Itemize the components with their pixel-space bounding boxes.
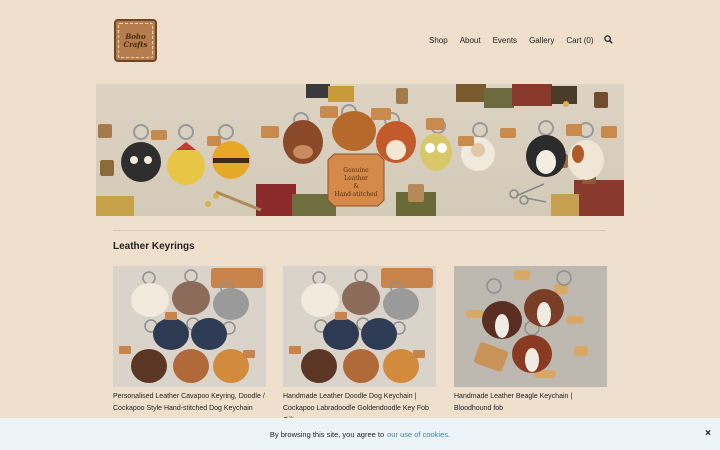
close-icon[interactable]: × xyxy=(705,428,711,439)
product-image[interactable] xyxy=(113,266,266,387)
banner-tag-line3: & xyxy=(353,183,359,190)
nav-shop[interactable]: Shop xyxy=(429,36,448,45)
logo-badge: Boho Crafts xyxy=(118,23,153,58)
banner-image: Genuine Leather & Hand-stitched xyxy=(96,84,624,216)
banner-tag-line2: Leather xyxy=(344,175,368,182)
main-nav: Shop About Events Gallery Cart (0) xyxy=(429,35,625,46)
cookie-banner: By browsing this site, you agree to our … xyxy=(0,418,720,450)
banner-tag-line4: Hand-stitched xyxy=(335,191,378,198)
logo-text-line2: Crafts xyxy=(123,39,148,49)
hero-banner: Genuine Leather & Hand-stitched xyxy=(96,84,624,216)
store-logo[interactable]: Boho Crafts xyxy=(114,19,157,62)
product-title[interactable]: Handmade Leather Beagle Keychain | Blood… xyxy=(454,391,607,415)
product-card[interactable]: Handmade Leather Doodle Dog Keychain | C… xyxy=(283,266,436,427)
product-title[interactable]: Personalised Leather Cavapoo Keyring, Do… xyxy=(113,391,266,415)
nav-gallery[interactable]: Gallery xyxy=(529,36,554,45)
section-title: Leather Keyrings xyxy=(113,241,195,252)
product-card[interactable]: Handmade Leather Beagle Keychain | Blood… xyxy=(454,266,607,415)
product-image[interactable] xyxy=(454,266,607,387)
search-icon[interactable] xyxy=(603,35,613,46)
nav-cart[interactable]: Cart (0) xyxy=(566,36,593,45)
product-image[interactable] xyxy=(283,266,436,387)
section-divider xyxy=(113,230,606,231)
nav-about[interactable]: About xyxy=(460,36,481,45)
cookie-text: By browsing this site, you agree to xyxy=(269,429,385,439)
banner-tag-line1: Genuine xyxy=(343,167,369,174)
cookie-policy-link[interactable]: our use of cookies. xyxy=(387,430,450,439)
product-card[interactable]: Personalised Leather Cavapoo Keyring, Do… xyxy=(113,266,266,415)
nav-events[interactable]: Events xyxy=(493,36,517,45)
